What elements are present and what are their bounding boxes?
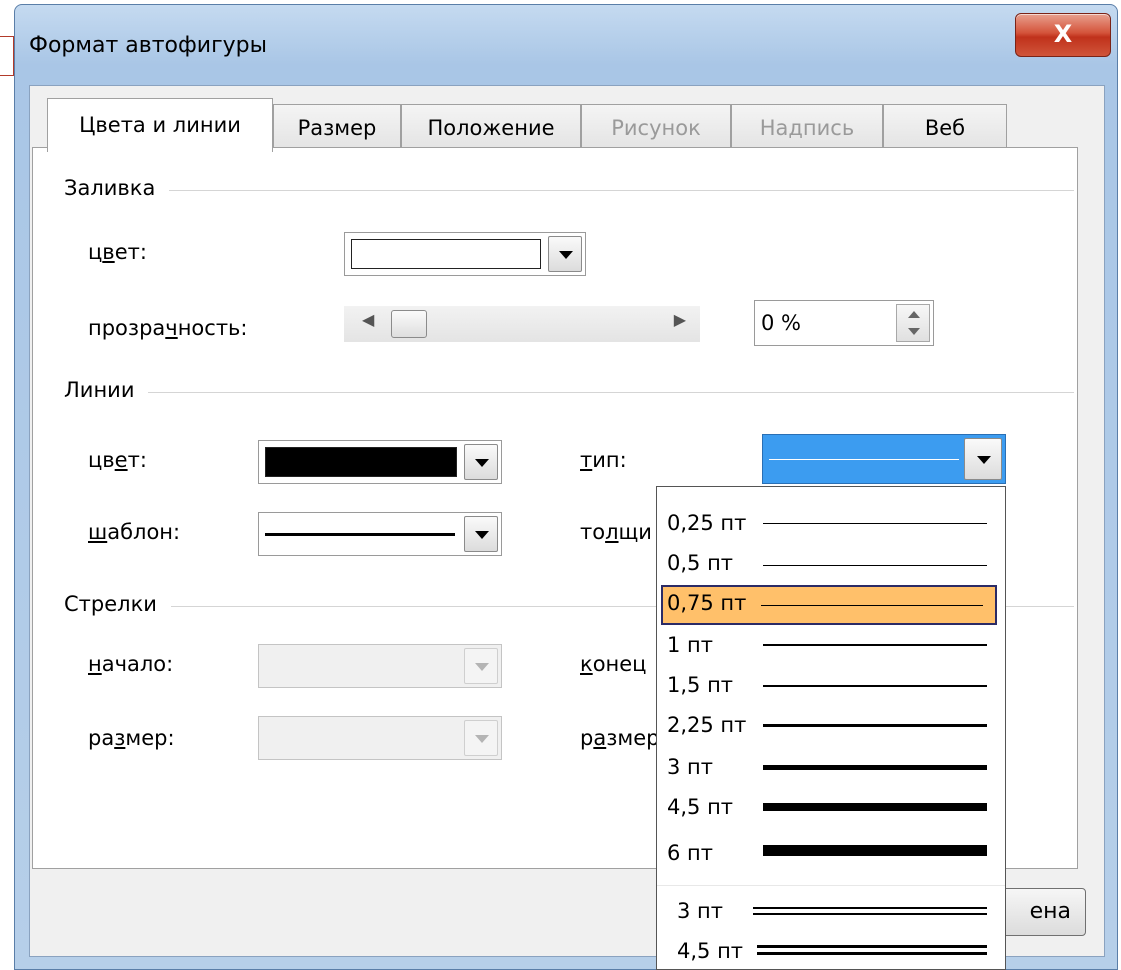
tab-size[interactable]: Размер — [273, 104, 401, 152]
chevron-down-icon[interactable] — [464, 516, 498, 552]
scroll-left-icon[interactable]: ◀ — [362, 310, 374, 329]
list-item-label: 1,5 пт — [667, 673, 734, 697]
line-sample — [763, 644, 987, 646]
transparency-label: прозрачность: — [88, 316, 248, 340]
arrow-begin-combo[interactable] — [258, 644, 502, 688]
chevron-down-icon[interactable] — [548, 236, 582, 272]
arrows-group-label: Стрелки — [64, 592, 171, 616]
list-item[interactable]: 3 пт — [657, 749, 1005, 789]
line-sample — [763, 845, 987, 856]
line-sample — [763, 523, 987, 524]
arrow-end-size-label: размер — [580, 726, 660, 750]
tab-position[interactable]: Положение — [401, 104, 581, 152]
list-item-label: 6 пт — [667, 841, 713, 865]
line-type-combo[interactable] — [762, 434, 1006, 484]
line-color-swatch — [265, 447, 457, 477]
pattern-solid-line — [265, 533, 455, 536]
type-preview-line — [769, 459, 959, 460]
list-item-label: 3 пт — [677, 899, 723, 923]
scroll-right-icon[interactable]: ▶ — [674, 310, 686, 329]
line-color-combo[interactable] — [258, 440, 502, 484]
line-sample-double — [753, 907, 987, 915]
line-sample-double — [757, 945, 987, 955]
tab-textbox[interactable]: Надпись — [731, 104, 883, 152]
left-edge-marker — [0, 36, 14, 76]
list-item[interactable]: 3 пт — [657, 893, 1005, 933]
list-item-label: 0,5 пт — [667, 551, 734, 575]
list-item-label: 2,25 пт — [667, 713, 747, 737]
list-item[interactable]: 0,25 пт — [657, 505, 1005, 545]
list-item-label: 4,5 пт — [677, 939, 744, 963]
list-item[interactable]: 1 пт — [657, 627, 1005, 667]
list-item-label: 0,25 пт — [667, 511, 747, 535]
line-sample — [761, 605, 983, 606]
line-sample — [763, 565, 987, 566]
line-sample — [763, 765, 987, 770]
list-item-label: 4,5 пт — [667, 795, 734, 819]
line-sample — [763, 724, 987, 727]
list-separator — [657, 885, 1005, 893]
line-pattern-combo[interactable] — [258, 512, 502, 556]
tab-colors-and-lines[interactable]: Цвета и линии — [47, 98, 273, 152]
list-item[interactable]: 4,5 пт — [657, 789, 1005, 829]
list-item[interactable]: 4,5 пт — [657, 933, 1005, 969]
fill-group-label: Заливка — [64, 176, 170, 200]
line-color-label: цвет: — [88, 448, 147, 472]
tab-picture[interactable]: Рисунок — [581, 104, 731, 152]
fill-group-divider — [66, 190, 1074, 191]
line-sample — [763, 803, 987, 811]
list-item[interactable]: 0,5 пт — [657, 545, 1005, 585]
line-sample — [763, 685, 987, 687]
arrow-begin-size-label: размер: — [88, 726, 175, 750]
transparency-spinbox[interactable]: 0 % — [754, 300, 934, 346]
dialog-title: Формат автофигуры — [29, 33, 267, 58]
line-type-dropdown-list[interactable]: 0,25 пт 0,5 пт 0,75 пт 1 пт 1,5 пт 2,25 … — [656, 486, 1006, 970]
chevron-down-icon[interactable] — [464, 648, 498, 684]
list-item[interactable]: 2,25 пт — [657, 707, 1005, 747]
chevron-down-icon[interactable] — [464, 444, 498, 480]
list-item-label: 0,75 пт — [667, 591, 747, 615]
lines-group-label: Линии — [64, 378, 149, 402]
list-item[interactable]: 6 пт — [657, 835, 1005, 875]
arrow-begin-label: начало: — [88, 652, 174, 676]
fill-color-swatch — [351, 239, 541, 269]
fill-color-label: цвет: — [88, 240, 147, 264]
list-item-label: 3 пт — [667, 755, 713, 779]
slider-thumb[interactable] — [391, 310, 427, 338]
list-item-label: 1 пт — [667, 633, 713, 657]
line-weight-label: толщи — [580, 520, 652, 544]
close-button[interactable]: X — [1015, 13, 1111, 57]
line-pattern-label: шаблон: — [88, 520, 181, 544]
chevron-down-icon[interactable] — [464, 720, 498, 756]
arrow-end-label: конец — [580, 652, 647, 676]
spin-updown-icon[interactable] — [896, 304, 930, 342]
chevron-down-icon[interactable] — [964, 438, 1002, 480]
list-item[interactable]: 1,5 пт — [657, 667, 1005, 707]
transparency-value[interactable]: 0 % — [761, 311, 801, 335]
line-type-label: тип: — [580, 448, 627, 472]
fill-color-combo[interactable] — [344, 232, 586, 276]
tab-web[interactable]: Веб — [883, 104, 1007, 152]
list-item-selected[interactable]: 0,75 пт — [661, 585, 997, 625]
transparency-slider[interactable]: ◀ ▶ — [344, 306, 700, 342]
arrow-begin-size-combo[interactable] — [258, 716, 502, 760]
lines-group-divider — [66, 392, 1074, 393]
